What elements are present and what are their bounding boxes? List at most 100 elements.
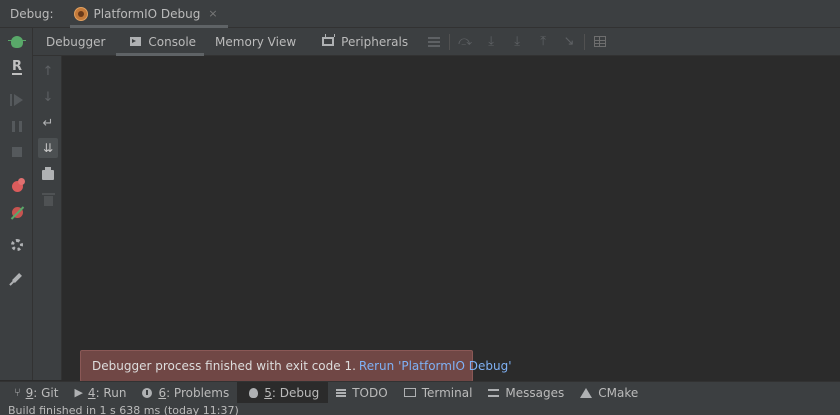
settings-button[interactable] bbox=[8, 236, 26, 254]
debug-label: : Debug bbox=[271, 385, 320, 400]
toolwindow-problems[interactable]: 6: Problems bbox=[134, 382, 237, 404]
stop-icon bbox=[12, 147, 22, 157]
status-message: Build finished in 1 s 638 ms (today 11:3… bbox=[8, 404, 239, 415]
printer-icon bbox=[42, 167, 54, 180]
close-tab-icon[interactable]: × bbox=[208, 7, 217, 20]
rerun-debug-button[interactable] bbox=[8, 33, 26, 51]
next-occurrence-button[interactable]: ↓ bbox=[38, 87, 58, 107]
reset-icon: R bbox=[11, 59, 22, 75]
tab-memory-view-label: Memory View bbox=[215, 34, 297, 49]
toolwindow-cmake[interactable]: CMake bbox=[572, 382, 646, 404]
resume-button[interactable] bbox=[8, 91, 26, 109]
debug-mnemonic: 5 bbox=[264, 385, 272, 400]
toolwindow-debug[interactable]: 5: Debug bbox=[237, 381, 329, 404]
git-branch-icon: ⑂ bbox=[14, 386, 21, 399]
step-over-button[interactable]: ⤼ bbox=[452, 28, 478, 56]
console-icon bbox=[130, 37, 142, 46]
step-over-icon: ⤼ bbox=[458, 34, 473, 49]
session-tab-platformio-debug[interactable]: PlatformIO Debug × bbox=[69, 0, 228, 28]
messages-label: Messages bbox=[505, 385, 565, 400]
print-button[interactable] bbox=[38, 165, 58, 185]
session-tab-title: PlatformIO Debug bbox=[93, 6, 201, 21]
reset-button[interactable]: R bbox=[8, 59, 26, 77]
resume-icon bbox=[14, 94, 23, 106]
force-step-into-button[interactable]: ⤓ bbox=[504, 28, 530, 56]
chip-icon bbox=[322, 34, 336, 46]
problems-label: : Problems bbox=[166, 385, 230, 400]
git-mnemonic: 9 bbox=[25, 385, 34, 400]
force-step-into-icon: ⤓ bbox=[514, 34, 520, 49]
toolwindow-run[interactable]: ▶ 4: Run bbox=[66, 382, 134, 404]
info-icon bbox=[142, 387, 153, 398]
pause-button[interactable] bbox=[8, 117, 26, 135]
debug-left-toolbar: R bbox=[0, 28, 33, 380]
previous-occurrence-button[interactable]: ↑ bbox=[38, 61, 58, 81]
debug-bug-icon bbox=[8, 36, 26, 48]
toolwindow-todo[interactable]: TODO bbox=[328, 382, 395, 404]
rerun-link[interactable]: Rerun 'PlatformIO Debug' bbox=[359, 359, 512, 373]
todo-label: TODO bbox=[352, 385, 388, 400]
tab-peripherals[interactable]: Peripherals bbox=[315, 28, 415, 56]
clear-all-button[interactable] bbox=[38, 191, 58, 211]
soft-wrap-button[interactable]: ↵ bbox=[38, 113, 58, 133]
breakpoints-icon bbox=[11, 177, 25, 192]
resume-bar-icon bbox=[10, 94, 12, 106]
todo-list-icon bbox=[336, 388, 347, 397]
toolwindow-git[interactable]: ⑂ 9: Git bbox=[0, 382, 66, 404]
arrow-down-icon: ↓ bbox=[42, 89, 54, 105]
platformio-logo-icon bbox=[73, 6, 88, 21]
step-into-button[interactable]: ⤓ bbox=[478, 28, 504, 56]
run-triangle-icon: ▶ bbox=[74, 386, 83, 399]
tab-memory-view[interactable]: Memory View bbox=[208, 28, 303, 56]
toolwindow-messages[interactable]: Messages bbox=[480, 382, 572, 404]
lines-icon bbox=[428, 36, 441, 47]
tab-peripherals-label: Peripherals bbox=[341, 34, 409, 49]
messages-icon bbox=[488, 388, 500, 397]
problems-mnemonic: 6 bbox=[158, 385, 167, 400]
step-into-icon: ⤓ bbox=[488, 34, 494, 49]
tab-console-label: Console bbox=[148, 34, 197, 49]
terminal-label: Terminal bbox=[421, 385, 473, 400]
stepping-toolbar: ⤼ ⤓ ⤓ ⤒ ↘ bbox=[421, 28, 613, 56]
step-out-icon: ⤒ bbox=[540, 34, 546, 49]
git-label: : Git bbox=[33, 385, 59, 400]
tab-debugger-label: Debugger bbox=[46, 34, 106, 49]
debug-title-bar: Debug: PlatformIO Debug × bbox=[0, 0, 840, 28]
run-label: : Run bbox=[95, 385, 127, 400]
toolwindow-terminal[interactable]: Terminal bbox=[396, 382, 481, 404]
tab-debugger[interactable]: Debugger bbox=[39, 28, 112, 56]
run-to-cursor-icon: ↘ bbox=[563, 34, 575, 49]
terminal-icon bbox=[403, 388, 416, 397]
debugger-finished-notification: Debugger process finished with exit code… bbox=[80, 350, 512, 382]
view-breakpoints-button[interactable] bbox=[8, 177, 26, 195]
gear-icon bbox=[11, 239, 23, 251]
debug-bug-icon bbox=[249, 387, 259, 398]
notification-message: Debugger process finished with exit code… bbox=[92, 359, 356, 373]
tool-window-bar: ⑂ 9: Git ▶ 4: Run 6: Problems 5: Debug T… bbox=[0, 381, 840, 404]
step-out-button[interactable]: ⤒ bbox=[530, 28, 556, 56]
tab-console[interactable]: Console bbox=[116, 28, 204, 56]
toolbar-separator bbox=[584, 33, 586, 50]
trash-icon bbox=[41, 193, 55, 206]
debug-label: Debug: bbox=[10, 6, 54, 21]
stop-button[interactable] bbox=[8, 143, 26, 161]
pin-icon bbox=[12, 273, 22, 283]
scroll-to-end-icon: ⇊ bbox=[42, 141, 54, 155]
pin-tab-button[interactable] bbox=[8, 269, 26, 287]
soft-wrap-icon: ↵ bbox=[42, 115, 54, 131]
evaluate-expression-button[interactable] bbox=[587, 28, 613, 56]
console-side-toolbar: ↑ ↓ ↵ ⇊ bbox=[33, 56, 62, 380]
run-mnemonic: 4 bbox=[87, 385, 96, 400]
show-execution-point-button[interactable] bbox=[421, 28, 447, 56]
cmake-triangle-icon bbox=[580, 387, 593, 398]
mute-breakpoints-icon bbox=[11, 206, 23, 218]
run-to-cursor-button[interactable]: ↘ bbox=[556, 28, 582, 56]
scroll-to-end-button[interactable]: ⇊ bbox=[38, 138, 58, 158]
console-output[interactable] bbox=[62, 56, 840, 380]
toolbar-separator bbox=[449, 33, 451, 50]
debug-tab-row: Debugger Console Memory View Peripherals… bbox=[33, 28, 840, 56]
pause-icon bbox=[12, 120, 22, 132]
calculator-icon bbox=[594, 36, 607, 47]
mute-breakpoints-button[interactable] bbox=[8, 203, 26, 221]
status-bar: Build finished in 1 s 638 ms (today 11:3… bbox=[0, 403, 840, 415]
